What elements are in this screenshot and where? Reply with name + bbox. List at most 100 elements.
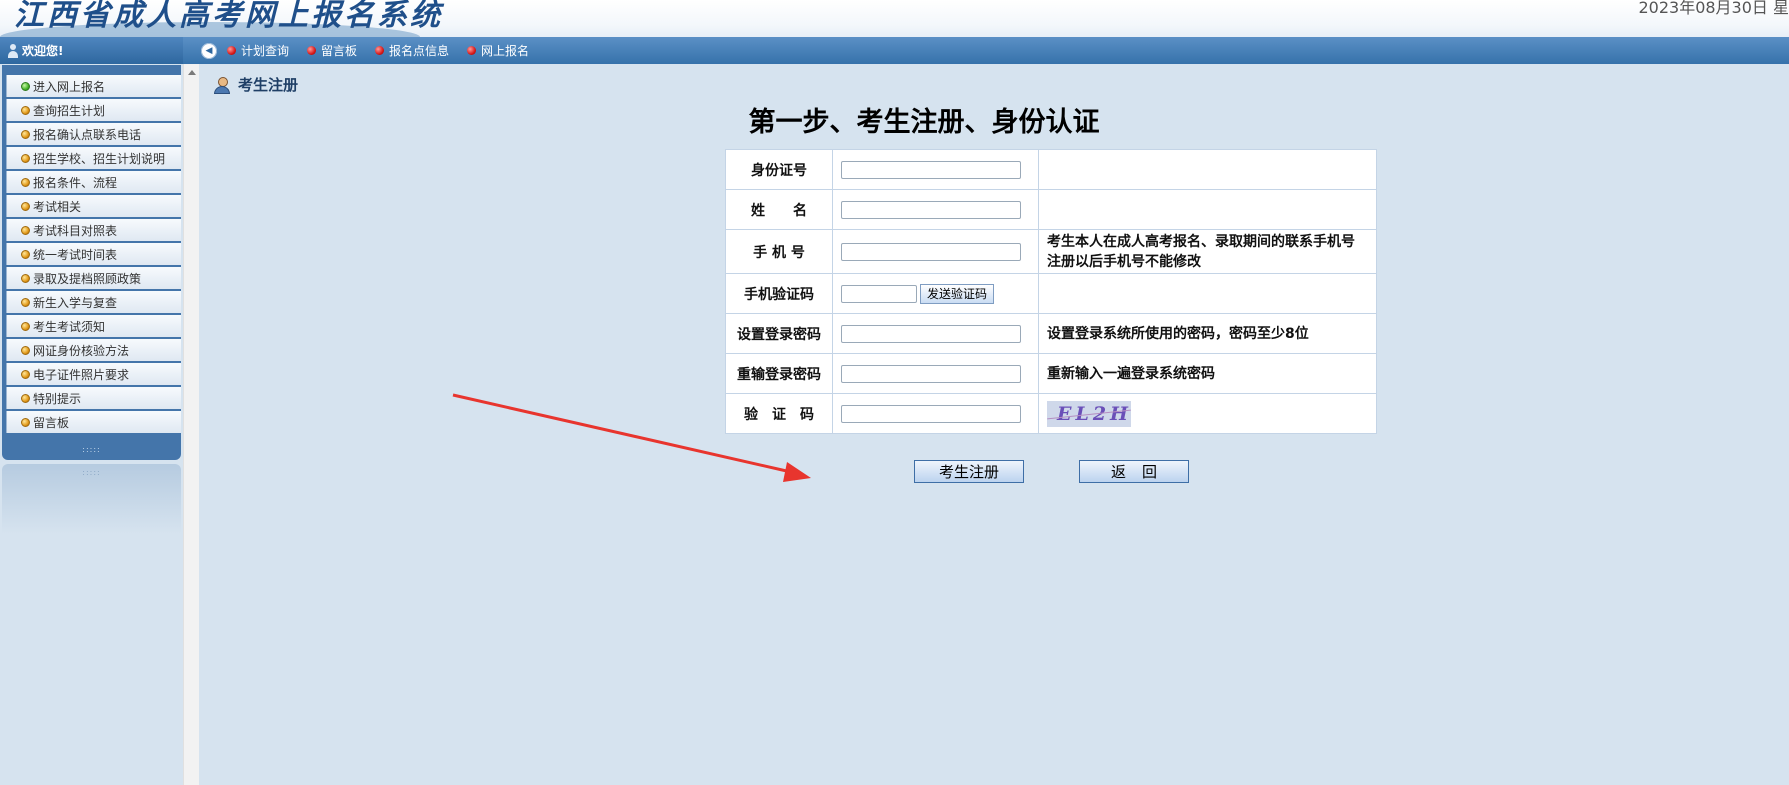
sidebar-menu-item-label: 特别提示 <box>33 391 82 406</box>
bullet-icon <box>21 321 30 331</box>
sidebar-menu-item-label: 新生入学与复查 <box>33 295 118 310</box>
sidebar-menu-item-label: 考生考试须知 <box>33 319 106 334</box>
password-hint: 设置登录系统所使用的密码，密码至少8位 <box>1038 313 1377 354</box>
sidebar-menu-item[interactable]: 统一考试时间表 <box>6 243 181 265</box>
sidebar-menu-item-label: 留言板 <box>33 415 70 430</box>
nav-link-online-registration[interactable]: 网上报名 <box>467 42 529 59</box>
panel-grip[interactable]: ::::: <box>2 445 181 454</box>
phone-label: 手 机 号 <box>725 229 833 274</box>
confirm-password-hint: 重新输入一遍登录系统密码 <box>1038 353 1377 394</box>
id-number-label: 身份证号 <box>725 149 833 190</box>
nav-link-label: 网上报名 <box>481 44 530 58</box>
page-title-text: 考生注册 <box>238 76 299 94</box>
user-icon <box>8 43 18 58</box>
id-number-input[interactable] <box>841 160 1021 179</box>
sidebar-menu-item-label: 录取及提档照顾政策 <box>33 271 142 286</box>
sidebar-menu-item[interactable]: 进入网上报名 <box>6 75 181 97</box>
scroll-up-arrow-icon[interactable] <box>188 70 196 75</box>
bullet-icon <box>21 129 30 139</box>
bullet-icon <box>21 417 30 427</box>
bullet-icon <box>21 153 30 163</box>
sidebar-menu-item-label: 电子证件照片要求 <box>33 367 130 382</box>
chevron-left-icon: ◀ <box>205 45 213 56</box>
site-header: 江西省成人高考网上报名系统 2023年08月30日 星 <box>0 0 1789 37</box>
phone-hint-line-1: 考生本人在成人高考报名、录取期间的联系手机号 <box>1047 233 1355 250</box>
sidebar-menu-item-label: 进入网上报名 <box>33 79 106 94</box>
phone-hint: 考生本人在成人高考报名、录取期间的联系手机号 注册以后手机号不能修改 <box>1038 229 1377 274</box>
bullet-icon <box>375 46 385 55</box>
bullet-icon <box>21 273 30 283</box>
captcha-label: 验 证 码 <box>725 393 833 434</box>
sidebar-menu-item[interactable]: 查询招生计划 <box>6 99 181 121</box>
bullet-icon <box>21 249 30 259</box>
sidebar-menu-item-label: 报名确认点联系电话 <box>33 127 142 142</box>
bullet-icon <box>21 177 30 187</box>
sms-code-label: 手机验证码 <box>725 273 833 314</box>
scrollbar[interactable] <box>183 64 199 785</box>
captcha-image[interactable]: EL2H <box>1047 400 1131 427</box>
sidebar-menu-list: 进入网上报名 查询招生计划报名确认点联系电话招生学校、招生计划说明 报名条件、流程考… <box>6 75 181 435</box>
back-button[interactable]: 返回 <box>1079 460 1189 483</box>
bullet-icon <box>21 297 30 307</box>
sidebar-menu-item-label: 查询招生计划 <box>33 103 106 118</box>
nav-link-label: 留言板 <box>321 44 358 58</box>
bullet-icon <box>21 369 30 379</box>
bullet-icon <box>307 46 317 55</box>
panel-grip[interactable]: ::::: <box>2 468 181 477</box>
sidebar-menu-item-label: 考试科目对照表 <box>33 223 118 238</box>
sidebar-menu-panel: 进入网上报名 查询招生计划报名确认点联系电话招生学校、招生计划说明 报名条件、流程考… <box>2 65 181 460</box>
confirm-password-input[interactable] <box>841 364 1021 383</box>
sidebar-menu-item[interactable]: 报名条件、流程 <box>6 171 181 193</box>
bullet-icon <box>21 201 30 211</box>
registration-form: 身份证号 姓 名 手 机 号 考生本人在成人高考报名、录取期间的联系手机号 注册… <box>725 149 1377 434</box>
step-heading: 第一步、考生注册、身份认证 <box>748 107 1100 138</box>
sidebar: 进入网上报名 查询招生计划报名确认点联系电话招生学校、招生计划说明 报名条件、流程考… <box>0 64 183 785</box>
sidebar-menu-item[interactable]: 考试科目对照表 <box>6 219 181 241</box>
sidebar-menu-item[interactable]: 留言板 <box>6 411 181 433</box>
page-title: 考生注册 <box>213 74 298 95</box>
collapse-sidebar-button[interactable]: ◀ <box>201 42 217 59</box>
sidebar-menu-item-label: 统一考试时间表 <box>33 247 118 262</box>
bullet-icon <box>21 345 30 355</box>
nav-link-site-info[interactable]: 报名点信息 <box>375 42 449 59</box>
header-date: 2023年08月30日 星 <box>1638 0 1789 17</box>
sidebar-menu-item-label: 网证身份核验方法 <box>33 343 130 358</box>
nav-link-label: 报名点信息 <box>389 44 450 58</box>
name-input[interactable] <box>841 200 1021 219</box>
sms-code-input[interactable] <box>841 284 917 303</box>
sidebar-menu-item[interactable]: 考生考试须知 <box>6 315 181 337</box>
sidebar-menu-item[interactable]: 报名确认点联系电话 <box>6 123 181 145</box>
sidebar-menu-item-label: 招生学校、招生计划说明 <box>33 151 166 166</box>
sidebar-secondary-panel: ::::: <box>2 464 181 534</box>
nav-link-plan-query[interactable]: 计划查询 <box>227 42 289 59</box>
sidebar-menu-item[interactable]: 特别提示 <box>6 387 181 409</box>
sidebar-menu-item-label: 考试相关 <box>33 199 82 214</box>
annotation-arrow-head <box>783 462 811 482</box>
captcha-input[interactable] <box>841 404 1021 423</box>
welcome-text: 欢迎您! <box>22 44 64 58</box>
name-label: 姓 名 <box>725 189 833 230</box>
phone-hint-line-2: 注册以后手机号不能修改 <box>1047 253 1201 270</box>
sidebar-menu-item[interactable]: 电子证件照片要求 <box>6 363 181 385</box>
sidebar-menu-item[interactable]: 招生学校、招生计划说明 <box>6 147 181 169</box>
welcome-bar: 欢迎您! <box>0 37 183 64</box>
sidebar-menu-item[interactable]: 新生入学与复查 <box>6 291 181 313</box>
nav-link-message-board[interactable]: 留言板 <box>307 42 357 59</box>
sidebar-menu-item-label: 报名条件、流程 <box>33 175 118 190</box>
sidebar-menu-item[interactable]: 考试相关 <box>6 195 181 217</box>
phone-input[interactable] <box>841 242 1021 261</box>
bullet-icon <box>227 46 236 55</box>
bullet-icon <box>21 225 30 235</box>
sidebar-menu-item[interactable]: 网证身份核验方法 <box>6 339 181 361</box>
user-icon <box>213 76 231 94</box>
sidebar-menu-item[interactable]: 录取及提档照顾政策 <box>6 267 181 289</box>
send-sms-code-button[interactable]: 发送验证码 <box>920 283 995 304</box>
password-input[interactable] <box>841 324 1021 343</box>
register-button[interactable]: 考生注册 <box>914 460 1024 483</box>
confirm-password-label: 重输登录密码 <box>725 353 833 394</box>
top-nav-bar: ◀ 计划查询 留言板 报名点信息 网上报名 <box>183 37 1789 64</box>
bullet-icon <box>21 105 30 115</box>
main-content: 考生注册 第一步、考生注册、身份认证 身份证号 姓 名 手 机 号 考生本人在成… <box>199 64 1789 785</box>
password-label: 设置登录密码 <box>725 313 833 354</box>
bullet-icon <box>21 393 30 403</box>
